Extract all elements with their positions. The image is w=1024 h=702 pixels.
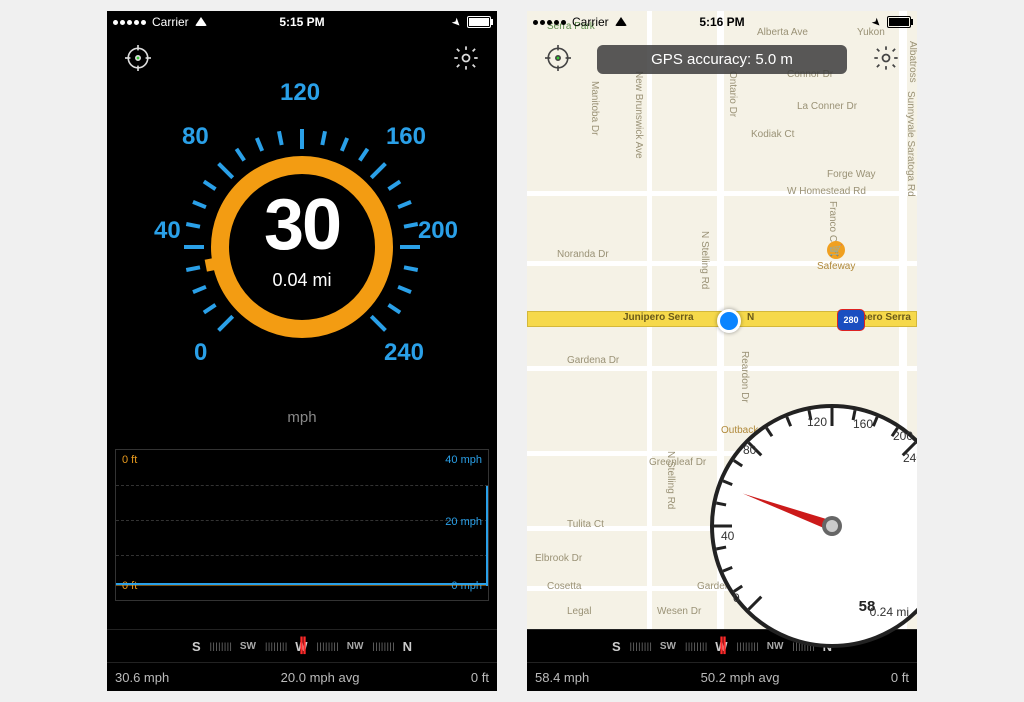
settings-button[interactable]: [449, 41, 483, 75]
clock: 5:15 PM: [107, 15, 497, 29]
speed-elevation-chart[interactable]: 0 ft 40 mph 20 mph 0 ft 0 mph: [115, 449, 489, 601]
compass-sw: SW: [240, 641, 256, 652]
chart-speed-top: 40 mph: [445, 454, 482, 466]
footer-stats: 30.6 mph 20.0 mph avg 0 ft: [107, 663, 497, 691]
footer-elev[interactable]: 0 ft: [471, 670, 489, 685]
gps-accuracy-banner: GPS accuracy: 5.0 m: [597, 45, 847, 74]
lbl-stelling2: N Stelling Rd: [665, 451, 676, 509]
settings-button[interactable]: [869, 41, 903, 75]
lbl-ontario: Ontario Dr: [727, 71, 738, 117]
speedometer: 0 40 80 120 160 200 240 30 0.04 mi mph: [107, 67, 497, 426]
toolbar: [107, 41, 497, 75]
poi-safeway-icon[interactable]: 🛒: [827, 241, 845, 259]
lbl-elbrook: Elbrook Dr: [535, 553, 582, 564]
lbl-franco: Franco Ct: [827, 201, 838, 245]
speed-value: 30: [264, 184, 340, 266]
lbl-reardon: Reardon Dr: [739, 351, 750, 403]
compass-n: N: [403, 639, 412, 654]
mg-240: 240: [903, 451, 917, 465]
mini-distance-value: 0.24 mi: [870, 605, 909, 619]
battery-icon: [887, 16, 911, 28]
lbl-homestead: W Homestead Rd: [787, 186, 866, 197]
compass-strip[interactable]: S | | | | | | | | SW | | | | | | | | W |…: [107, 629, 497, 663]
compass-s: S: [612, 639, 621, 654]
lbl-stelling: N Stelling Rd: [699, 231, 710, 289]
chart-elev-bot: 0 ft: [122, 580, 137, 592]
lbl-kodiak: Kodiak Ct: [751, 129, 794, 140]
status-bar: Carrier 5:16 PM ➤: [527, 11, 917, 33]
chart-elev-top: 0 ft: [122, 454, 137, 466]
recenter-button[interactable]: [541, 41, 575, 75]
compass-s: S: [192, 639, 201, 654]
unit-label: mph: [287, 409, 316, 426]
footer-stats: 58.4 mph 50.2 mph avg 0 ft: [527, 663, 917, 691]
mg-160: 160: [853, 417, 873, 431]
poi-safeway: Safeway: [817, 261, 855, 272]
lbl-junipero: Junipero Serra: [623, 312, 694, 323]
lbl-saratoga: Sunnyvale Saratoga Rd: [905, 91, 916, 197]
battery-icon: [467, 16, 491, 28]
footer-avgspeed[interactable]: 20.0 mph avg: [281, 670, 360, 685]
mg-120: 120: [807, 415, 827, 429]
interstate-shield-icon: 280: [837, 309, 865, 331]
compass-sw: SW: [660, 641, 676, 652]
user-location-dot[interactable]: [717, 309, 741, 333]
lbl-greenleaf: Greenleaf Dr: [649, 457, 706, 468]
compass-heading-marker-icon: ||: [299, 634, 305, 655]
lbl-newbrunswick: New Brunswick Ave: [633, 71, 644, 159]
footer-maxspeed[interactable]: 58.4 mph: [535, 670, 589, 685]
lbl-gardena: Gardena Dr: [567, 355, 619, 366]
gauge-center: 30 0.04 mi: [132, 67, 472, 407]
lbl-noranda: Noranda Dr: [557, 249, 609, 260]
chart-speed-mid: 20 mph: [445, 516, 482, 528]
mg-0: 0: [733, 591, 740, 605]
distance-value: 0.04 mi: [272, 270, 331, 291]
lbl-cosetta: Cosetta: [547, 581, 581, 592]
compass-nw: NW: [347, 641, 364, 652]
lbl-manitoba: Manitoba Dr: [589, 81, 600, 135]
recenter-button[interactable]: [121, 41, 155, 75]
mg-80: 80: [743, 443, 756, 457]
mg-200: 200: [893, 429, 913, 443]
lbl-laconner: La Conner Dr: [797, 101, 857, 112]
status-bar: Carrier 5:15 PM ➤: [107, 11, 497, 33]
mg-40: 40: [721, 529, 734, 543]
chart-speed-bot: 0 mph: [451, 580, 482, 592]
clock: 5:16 PM: [527, 15, 917, 29]
footer-elev[interactable]: 0 ft: [891, 670, 909, 685]
lbl-wesen: Wesen Dr: [657, 606, 701, 617]
lbl-forge: Forge Way: [827, 169, 876, 180]
lbl-direction: N: [747, 312, 754, 323]
lbl-legal: Legal: [567, 606, 591, 617]
phone-map: Serra Park Alberta Ave Yukon Albatross M…: [527, 11, 917, 691]
phone-gauge: Carrier 5:15 PM ➤: [107, 11, 497, 691]
footer-avgspeed[interactable]: 50.2 mph avg: [701, 670, 780, 685]
lbl-tulita: Tulita Ct: [567, 519, 604, 530]
footer-maxspeed[interactable]: 30.6 mph: [115, 670, 169, 685]
